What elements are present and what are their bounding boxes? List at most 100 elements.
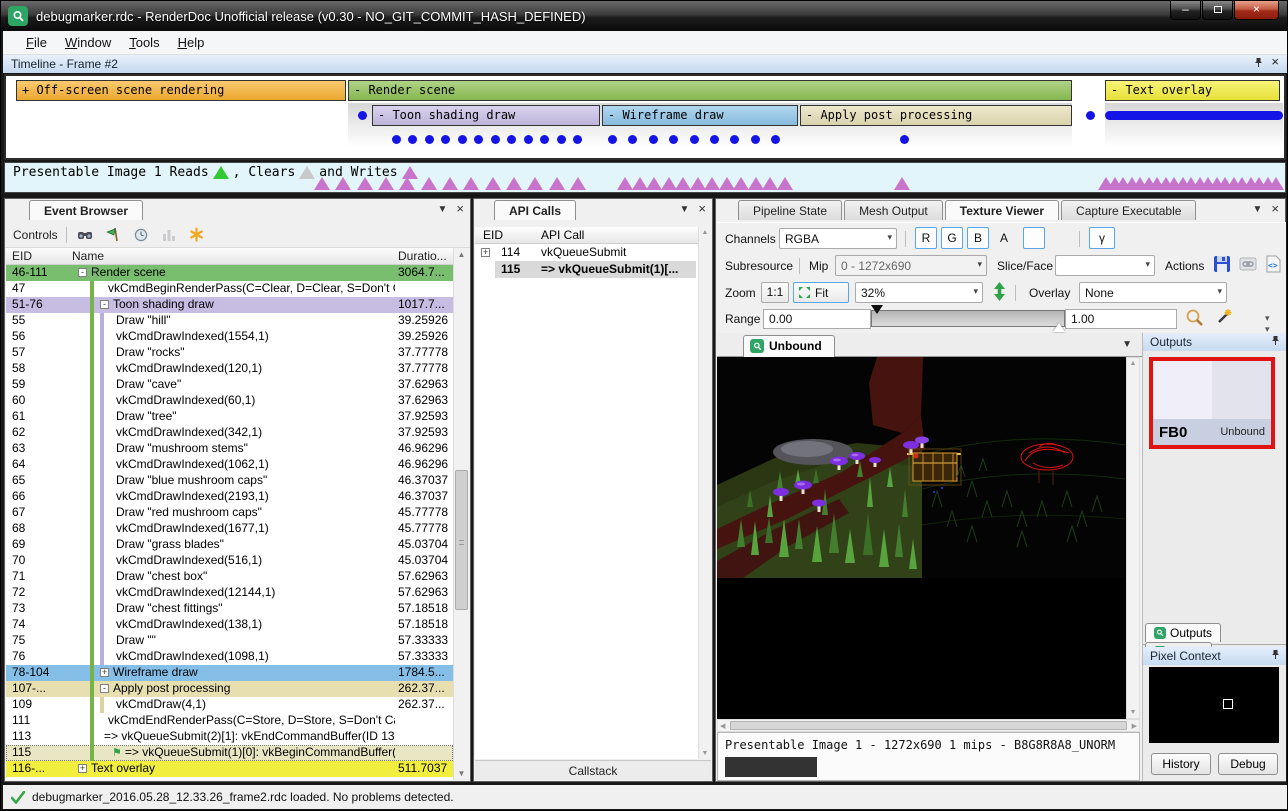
- event-row[interactable]: 111vkCmdEndRenderPass(C=Store, D=Store, …: [6, 713, 453, 729]
- event-row[interactable]: 113=> vkQueueSubmit(2)[1]: vkEndCommandB…: [6, 729, 453, 745]
- event-row[interactable]: 67Draw "red mushroom caps"45.77778: [6, 505, 453, 521]
- tab-current-texture[interactable]: Unbound: [743, 335, 835, 357]
- event-row[interactable]: 56vkCmdDrawIndexed(1554,1)39.25926: [6, 329, 453, 345]
- event-row[interactable]: 116-...+Text overlay511.7037: [6, 761, 453, 777]
- chevron-down-icon[interactable]: ▼: [680, 204, 690, 215]
- api-calls-scrollbar[interactable]: ▲ ▼: [698, 227, 711, 759]
- event-row[interactable]: 60vkCmdDrawIndexed(60,1)37.62963: [6, 393, 453, 409]
- menu-help[interactable]: Help: [169, 33, 214, 52]
- event-row[interactable]: 107-...-Apply post processing262.37...: [6, 681, 453, 697]
- tab-capture-executable[interactable]: Capture Executable: [1061, 200, 1196, 220]
- event-row[interactable]: 109vkCmdDraw(4,1)262.37...: [6, 697, 453, 713]
- event-row[interactable]: 61Draw "tree"37.92593: [6, 409, 453, 425]
- debug-button[interactable]: Debug: [1218, 753, 1278, 775]
- channel-g-button[interactable]: G: [941, 227, 963, 249]
- save-icon[interactable]: [1213, 255, 1231, 276]
- flip-y-icon[interactable]: [993, 282, 1006, 304]
- close-icon[interactable]: ×: [698, 204, 706, 215]
- chevron-down-icon[interactable]: ▼: [1122, 339, 1132, 350]
- event-row[interactable]: 69Draw "grass blades"45.03704: [6, 537, 453, 553]
- callstack-section[interactable]: Callstack: [475, 760, 711, 780]
- zoom-range-icon[interactable]: [1185, 308, 1205, 331]
- range-max-input[interactable]: 1.00: [1065, 309, 1177, 329]
- bookmark-flag-icon[interactable]: [103, 226, 123, 244]
- autofit-wand-icon[interactable]: [1213, 308, 1233, 331]
- event-row[interactable]: 62vkCmdDrawIndexed(342,1)37.92593: [6, 425, 453, 441]
- range-black-marker[interactable]: [871, 305, 883, 314]
- range-white-marker[interactable]: [1053, 323, 1065, 332]
- pin-icon[interactable]: [1254, 57, 1263, 71]
- event-table-header[interactable]: EID Name Duratio...: [6, 248, 453, 265]
- event-row[interactable]: 57Draw "rocks"37.77778: [6, 345, 453, 361]
- event-row[interactable]: 55Draw "hill"39.25926: [6, 313, 453, 329]
- menu-window[interactable]: Window: [56, 33, 120, 52]
- event-row[interactable]: 64vkCmdDrawIndexed(1062,1)46.96296: [6, 457, 453, 473]
- close-icon[interactable]: ×: [456, 204, 464, 215]
- event-row[interactable]: 75Draw ""57.33333: [6, 633, 453, 649]
- texture-image[interactable]: [717, 357, 1126, 719]
- code-icon[interactable]: <>: [1265, 255, 1281, 276]
- event-row[interactable]: 115⚑=> vkQueueSubmit(1)[0]: vkBeginComma…: [6, 745, 453, 761]
- close-button[interactable]: ×: [1234, 1, 1279, 20]
- column-eid[interactable]: EID: [483, 228, 503, 242]
- event-row[interactable]: 76vkCmdDrawIndexed(1098,1)57.33333: [6, 649, 453, 665]
- close-icon[interactable]: ×: [1271, 57, 1279, 71]
- open-link-icon[interactable]: [1239, 256, 1257, 275]
- event-row[interactable]: 73Draw "chest fittings"57.18518: [6, 601, 453, 617]
- range-slider[interactable]: [871, 310, 1065, 327]
- event-row[interactable]: 47vkCmdBeginRenderPass(C=Clear, D=Clear,…: [6, 281, 453, 297]
- find-icon[interactable]: [75, 226, 95, 244]
- event-browser-scrollbar[interactable]: ▲ ▼: [453, 248, 469, 780]
- column-duration[interactable]: Duratio...: [398, 249, 447, 263]
- channel-b-button[interactable]: B: [967, 227, 989, 249]
- api-call-row[interactable]: 115=> vkQueueSubmit(1)[...: [475, 261, 698, 278]
- channels-dropdown[interactable]: RGBA: [779, 228, 897, 249]
- maximize-button[interactable]: [1202, 1, 1233, 20]
- custom-color-wheel-button[interactable]: [1023, 227, 1045, 249]
- column-eid[interactable]: EID: [12, 249, 32, 263]
- timeline-marker-block[interactable]: - Toon shading draw: [372, 105, 600, 126]
- pin-icon[interactable]: [1271, 335, 1280, 349]
- event-row[interactable]: 74vkCmdDrawIndexed(138,1)57.18518: [6, 617, 453, 633]
- tab-pipeline-state[interactable]: Pipeline State: [738, 200, 842, 220]
- api-table-header[interactable]: EID API Call: [475, 227, 698, 244]
- channel-a-button[interactable]: A: [993, 227, 1015, 249]
- slice-face-dropdown[interactable]: [1055, 255, 1155, 276]
- chevron-down-icon[interactable]: ▼: [438, 204, 448, 215]
- fb0-thumbnail[interactable]: FB0 Unbound: [1149, 357, 1275, 449]
- history-button[interactable]: History: [1151, 753, 1211, 775]
- pin-icon[interactable]: [1271, 649, 1280, 663]
- overlay-dropdown[interactable]: None: [1079, 282, 1227, 303]
- asterisk-icon[interactable]: [187, 226, 207, 244]
- timeline-marker-block[interactable]: - Text overlay: [1105, 80, 1280, 101]
- timeline-marker-block[interactable]: - Wireframe draw: [602, 105, 798, 126]
- event-row[interactable]: 58vkCmdDrawIndexed(120,1)37.77778: [6, 361, 453, 377]
- timeline-marker-block[interactable]: - Render scene: [348, 80, 1072, 101]
- range-min-input[interactable]: 0.00: [763, 309, 871, 329]
- event-row[interactable]: 70vkCmdDrawIndexed(516,1)45.03704: [6, 553, 453, 569]
- chevron-down-icon[interactable]: ▼: [1253, 204, 1263, 215]
- column-api-call[interactable]: API Call: [541, 228, 584, 242]
- event-row[interactable]: 65Draw "blue mushroom caps"46.37037: [6, 473, 453, 489]
- channel-r-button[interactable]: R: [915, 227, 937, 249]
- pixel-context-view[interactable]: [1149, 667, 1279, 743]
- tab-outputs[interactable]: Outputs: [1145, 623, 1221, 642]
- alpha-checker-button[interactable]: [1049, 227, 1071, 249]
- event-row[interactable]: 63Draw "mushroom stems"46.96296: [6, 441, 453, 457]
- duration-chart-icon[interactable]: [159, 226, 179, 244]
- timeline-marker-block[interactable]: - Apply post processing: [800, 105, 1072, 126]
- menu-tools[interactable]: Tools: [120, 33, 168, 52]
- range-options-chevron-icon[interactable]: ▾▾: [1265, 313, 1270, 335]
- mip-dropdown[interactable]: 0 - 1272x690: [835, 255, 987, 276]
- column-name[interactable]: Name: [72, 249, 104, 263]
- menu-file[interactable]: File: [17, 33, 56, 52]
- fit-button[interactable]: Fit: [793, 282, 849, 303]
- event-row[interactable]: 68vkCmdDrawIndexed(1677,1)45.77778: [6, 521, 453, 537]
- event-row[interactable]: 51-76-Toon shading draw1017.7...: [6, 297, 453, 313]
- close-icon[interactable]: ×: [1271, 204, 1279, 215]
- texture-horizontal-scrollbar[interactable]: ◀ ▶: [717, 719, 1140, 732]
- tab-api-calls[interactable]: API Calls: [494, 200, 576, 220]
- texture-vertical-scrollbar[interactable]: ▲ ▼: [1126, 357, 1140, 719]
- event-row[interactable]: 59Draw "cave"37.62963: [6, 377, 453, 393]
- minimize-button[interactable]: –: [1170, 1, 1201, 20]
